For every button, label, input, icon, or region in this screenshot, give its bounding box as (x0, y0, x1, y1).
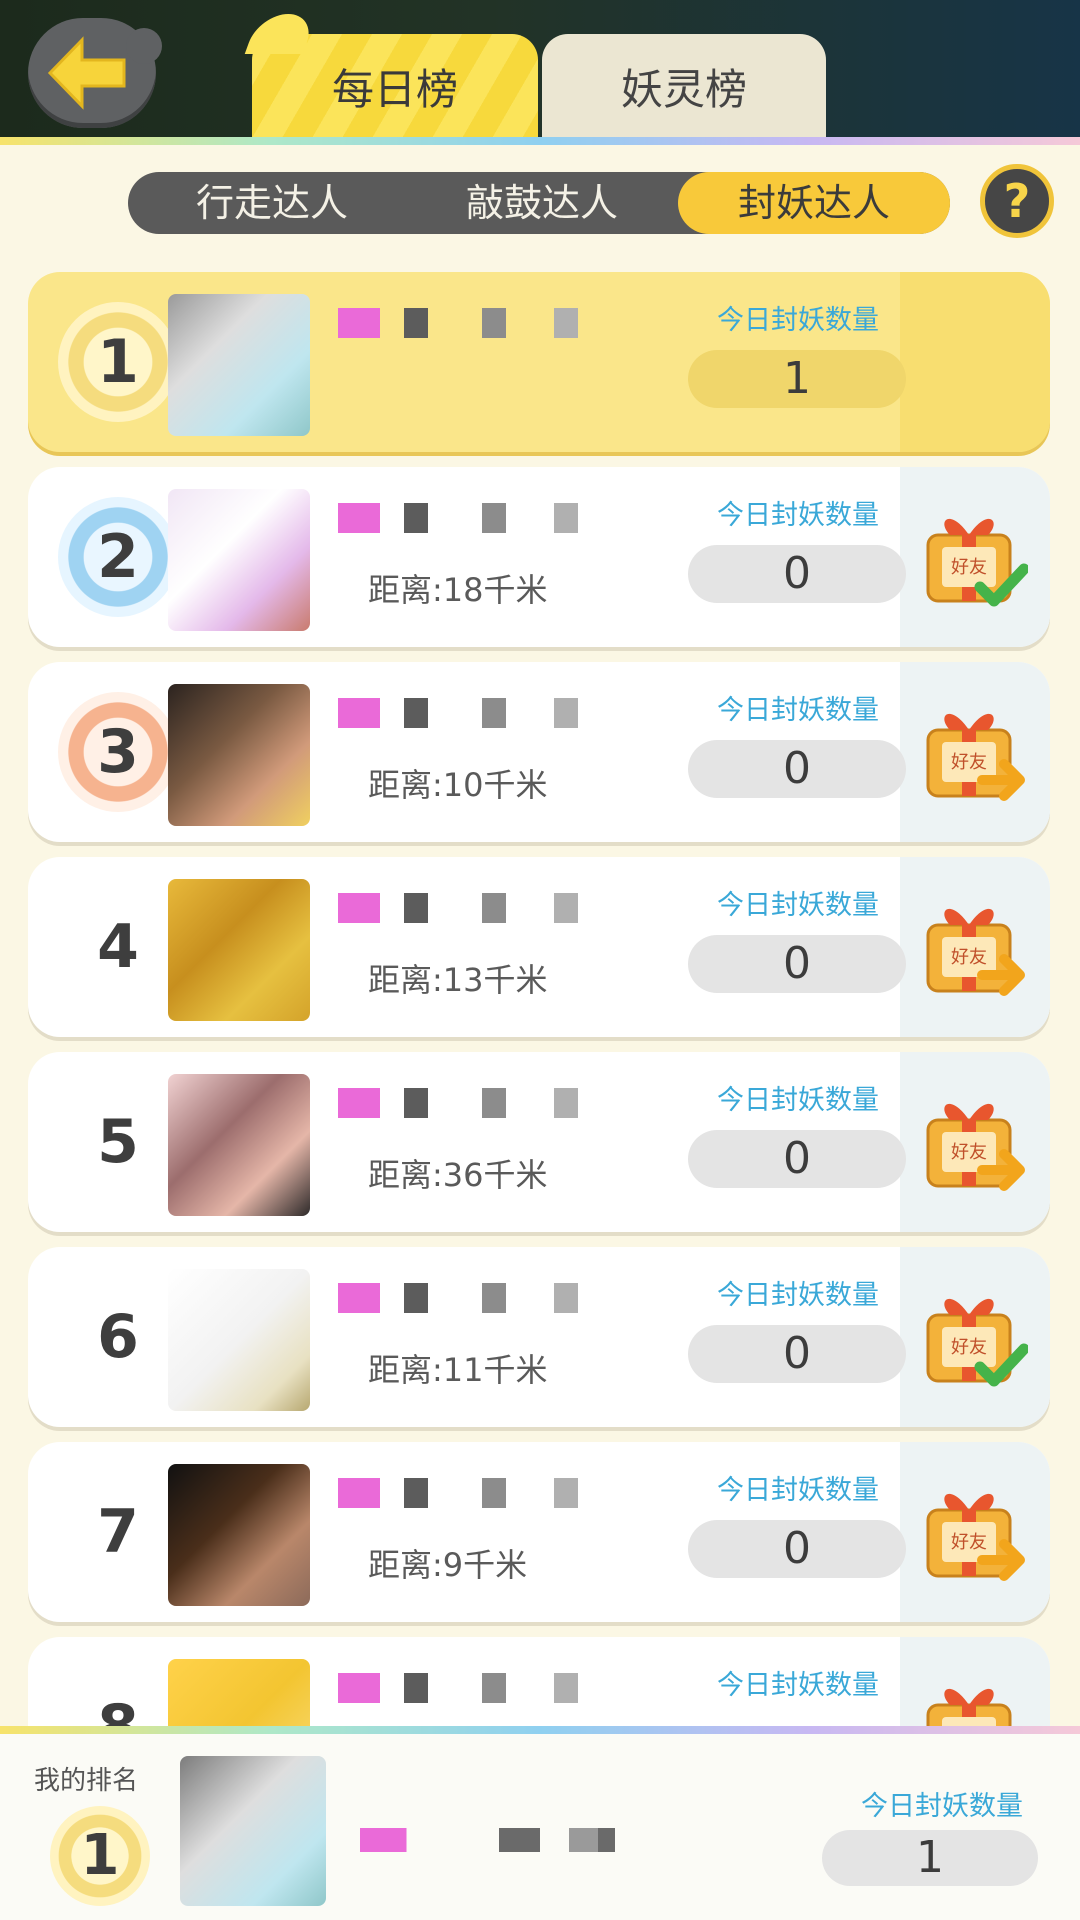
count-label: 今日封妖数量 (717, 1085, 879, 1116)
player-name-redacted (338, 1478, 638, 1508)
player-name-redacted (338, 698, 638, 728)
distance-text: 距离:13千米 (368, 961, 548, 999)
count-label: 今日封妖数量 (717, 305, 879, 336)
svg-text:好友: 好友 (951, 1532, 987, 1553)
top-bar: 每日榜 妖灵榜 (0, 0, 1080, 140)
help-button[interactable]: ? (980, 164, 1054, 238)
ranking-row: 6 距离:11千米 今日封妖数量 0 好友 (28, 1247, 1050, 1427)
back-arrow-icon (47, 36, 126, 110)
count-label: 今日封妖数量 (717, 890, 879, 921)
player-name-redacted (338, 308, 638, 338)
distance-text: 距离:18千米 (368, 571, 548, 609)
rank-number: 5 (97, 1107, 139, 1177)
gift-check-icon[interactable]: 好友 (920, 497, 1028, 615)
distance-text: 距离:11千米 (368, 1351, 548, 1389)
svg-text:好友: 好友 (951, 557, 987, 578)
distance-text: 距离:9千米 (368, 1546, 528, 1584)
tab-yaoling[interactable]: 妖灵榜 (542, 34, 826, 138)
avatar[interactable] (168, 684, 310, 826)
count-label: 今日封妖数量 (717, 1670, 879, 1701)
segment-drumming[interactable]: 敲鼓达人 (418, 172, 666, 234)
footer-divider (0, 1726, 1080, 1734)
tab-daily[interactable]: 每日榜 (252, 34, 538, 138)
player-name-redacted (338, 1283, 638, 1313)
gift-check-icon[interactable]: 好友 (920, 1277, 1028, 1395)
rank-number: 7 (97, 1497, 139, 1567)
segment-walking[interactable]: 行走达人 (148, 172, 396, 234)
ranking-list[interactable]: 1 今日封妖数量 1 2 距离:18千米 今日封妖数量 0 好友 3 距离:10… (0, 262, 1080, 1728)
rank-medal-gold: 1 (58, 302, 178, 422)
ranking-row: 2 距离:18千米 今日封妖数量 0 好友 (28, 467, 1050, 647)
svg-text:好友: 好友 (951, 752, 987, 773)
count-value: 1 (688, 350, 906, 408)
avatar[interactable] (168, 489, 310, 631)
rank-number: 6 (97, 1302, 139, 1372)
distance-text: 距离:10千米 (368, 766, 548, 804)
gift-arrow-icon[interactable]: 好友 (920, 1667, 1028, 1728)
rank-medal-silver: 2 (58, 497, 178, 617)
header-divider (0, 137, 1080, 145)
player-name-redacted (338, 1088, 638, 1118)
gift-arrow-icon[interactable]: 好友 (920, 887, 1028, 1005)
rank-number: 4 (97, 912, 139, 982)
gift-arrow-icon[interactable]: 好友 (920, 1472, 1028, 1590)
back-button[interactable] (28, 18, 162, 128)
ranking-row: 3 距离:10千米 今日封妖数量 0 好友 (28, 662, 1050, 842)
avatar[interactable] (168, 294, 310, 436)
ranking-row: 8 今日封妖数量 好友 (28, 1637, 1050, 1728)
player-name-redacted (338, 503, 638, 533)
count-label: 今日封妖数量 (717, 1475, 879, 1506)
count-value: 0 (688, 1130, 906, 1188)
distance-text: 距离:36千米 (368, 1156, 548, 1194)
gift-arrow-icon[interactable]: 好友 (920, 692, 1028, 810)
count-value: 0 (688, 545, 906, 603)
segment-sealing[interactable]: 封妖达人 (678, 172, 950, 234)
ranking-row: 7 距离:9千米 今日封妖数量 0 好友 (28, 1442, 1050, 1622)
count-value: 0 (688, 935, 906, 993)
ranking-row: 1 今日封妖数量 1 (28, 272, 1050, 452)
avatar[interactable] (168, 1269, 310, 1411)
my-avatar[interactable] (180, 1756, 326, 1906)
avatar[interactable] (168, 1464, 310, 1606)
count-value: 0 (688, 1520, 906, 1578)
category-switcher: 行走达人 敲鼓达人 封妖达人 (128, 172, 950, 234)
my-rank-label: 我的排名 (34, 1766, 139, 1796)
count-label: 今日封妖数量 (717, 500, 879, 531)
my-rank-bar: 我的排名 1 今日封妖数量 1 (0, 1734, 1080, 1920)
avatar[interactable] (168, 1659, 310, 1728)
svg-text:好友: 好友 (951, 947, 987, 968)
my-count-label: 今日封妖数量 (861, 1791, 1023, 1822)
avatar[interactable] (168, 1074, 310, 1216)
svg-text:好友: 好友 (951, 1337, 987, 1358)
my-name-redacted (360, 1828, 650, 1852)
player-name-redacted (338, 1673, 638, 1703)
count-value: 0 (688, 1325, 906, 1383)
my-count-value: 1 (822, 1830, 1038, 1886)
rank-medal-bronze: 3 (58, 692, 178, 812)
count-label: 今日封妖数量 (717, 1280, 879, 1311)
count-value: 0 (688, 740, 906, 798)
player-name-redacted (338, 893, 638, 923)
ranking-row: 4 距离:13千米 今日封妖数量 0 好友 (28, 857, 1050, 1037)
rank-number: 8 (97, 1692, 139, 1728)
gift-arrow-icon[interactable]: 好友 (920, 1082, 1028, 1200)
ranking-row: 5 距离:36千米 今日封妖数量 0 好友 (28, 1052, 1050, 1232)
my-rank-medal: 1 (50, 1806, 150, 1906)
svg-text:好友: 好友 (951, 1142, 987, 1163)
count-label: 今日封妖数量 (717, 695, 879, 726)
avatar[interactable] (168, 879, 310, 1021)
